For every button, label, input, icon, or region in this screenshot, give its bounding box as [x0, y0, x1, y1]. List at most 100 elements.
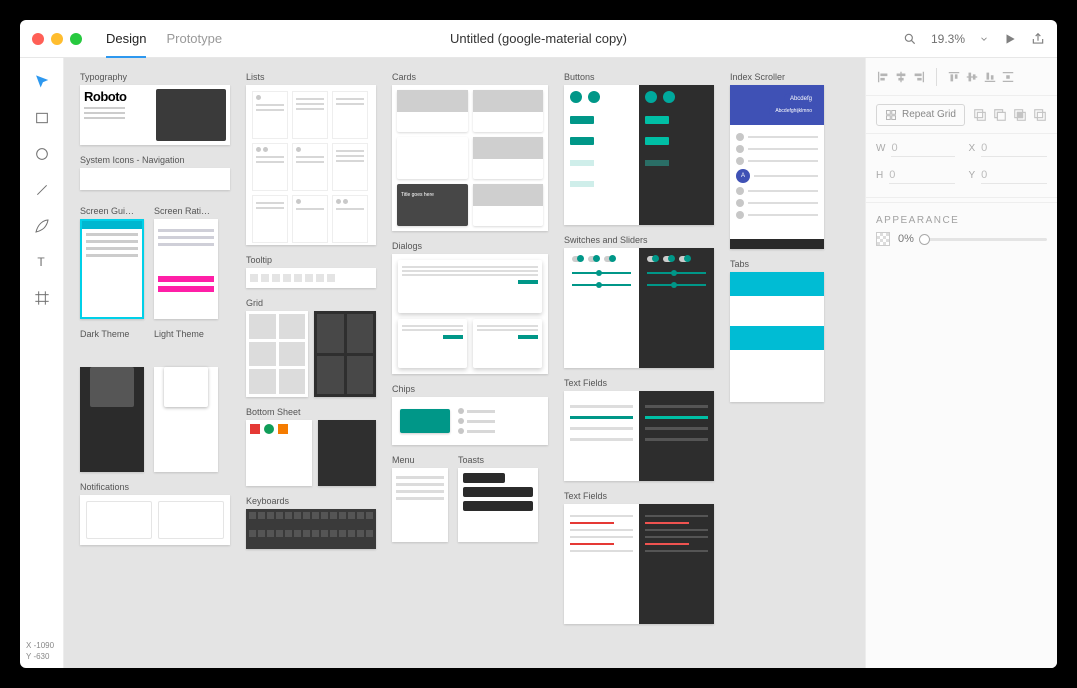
- artboard-label-tabs[interactable]: Tabs: [730, 259, 824, 269]
- artboard-label-bottom-sheet[interactable]: Bottom Sheet: [246, 407, 376, 417]
- pathop-subtract-icon[interactable]: [993, 108, 1007, 122]
- play-icon[interactable]: [1003, 32, 1017, 46]
- artboard-label-index[interactable]: Index Scroller: [730, 72, 824, 82]
- artboard-label-toasts[interactable]: Toasts: [458, 455, 538, 465]
- artboard-label-notifications[interactable]: Notifications: [80, 482, 230, 492]
- align-center-h-icon[interactable]: [894, 70, 908, 84]
- artboard-tabs[interactable]: [730, 272, 824, 402]
- close-window-button[interactable]: [32, 33, 44, 45]
- artboard-tool[interactable]: [30, 286, 54, 310]
- artboard-buttons[interactable]: [564, 85, 714, 225]
- artboard-screen-ratio[interactable]: [154, 219, 218, 319]
- tab-prototype[interactable]: Prototype: [166, 20, 222, 58]
- distribute-icon[interactable]: [1001, 70, 1015, 84]
- cursor-coordinates: X -1090 Y -630: [20, 634, 63, 668]
- repeat-grid-button[interactable]: Repeat Grid: [876, 104, 965, 126]
- opacity-icon: [876, 232, 890, 246]
- align-middle-icon[interactable]: [965, 70, 979, 84]
- artboard-label-chips[interactable]: Chips: [392, 384, 548, 394]
- pathop-exclude-icon[interactable]: [1033, 108, 1047, 122]
- artboard-dialogs[interactable]: [392, 254, 548, 374]
- main-area: T X -1090 Y -630 Typography Roboto: [20, 58, 1057, 668]
- pathop-add-icon[interactable]: [973, 108, 987, 122]
- width-input[interactable]: 0: [891, 142, 954, 157]
- artboard-label-light-theme[interactable]: Light Theme: [154, 329, 218, 339]
- artboard-textfields[interactable]: [564, 391, 714, 481]
- artboard-typography[interactable]: Roboto: [80, 85, 230, 145]
- artboard-label-grid[interactable]: Grid: [246, 298, 376, 308]
- artboard-chips[interactable]: [392, 397, 548, 445]
- rectangle-tool[interactable]: [30, 106, 54, 130]
- roboto-heading: Roboto: [84, 89, 152, 104]
- artboard-lists[interactable]: [246, 85, 376, 245]
- artboard-label-textfields2[interactable]: Text Fields: [564, 491, 714, 501]
- artboard-bottom-sheet[interactable]: [246, 420, 376, 486]
- opacity-value[interactable]: 0%: [898, 233, 914, 245]
- artboard-label-buttons[interactable]: Buttons: [564, 72, 714, 82]
- select-tool[interactable]: [30, 70, 54, 94]
- artboard-keyboards[interactable]: [246, 509, 376, 549]
- pathop-intersect-icon[interactable]: [1013, 108, 1027, 122]
- artboard-label-typography[interactable]: Typography: [80, 72, 230, 82]
- artboard-toasts[interactable]: [458, 468, 538, 542]
- artboard-label-switches[interactable]: Switches and Sliders: [564, 235, 714, 245]
- artboard-menu[interactable]: [392, 468, 448, 542]
- artboard-label-dark-theme[interactable]: Dark Theme: [80, 329, 144, 339]
- artboard-notifications[interactable]: [80, 495, 230, 545]
- properties-panel: Repeat Grid W0 X0 H0 Y0 APPEARANCE: [865, 58, 1057, 668]
- artboard-label-cards[interactable]: Cards: [392, 72, 548, 82]
- artboard-label-iconsnav[interactable]: System Icons - Navigation: [80, 155, 230, 165]
- appearance-header: APPEARANCE: [866, 202, 1057, 232]
- search-icon[interactable]: [903, 32, 917, 46]
- artboard-label-lists[interactable]: Lists: [246, 72, 376, 82]
- artboard-label-keyboards[interactable]: Keyboards: [246, 496, 376, 506]
- text-tool[interactable]: T: [30, 250, 54, 274]
- x-input[interactable]: 0: [981, 142, 1047, 157]
- header-right-tools: 19.3%: [903, 32, 1045, 46]
- repeat-grid-row: Repeat Grid: [866, 96, 1057, 134]
- chevron-down-icon[interactable]: [979, 34, 989, 44]
- mode-tabs: Design Prototype: [106, 20, 222, 58]
- ellipse-tool[interactable]: [30, 142, 54, 166]
- artboard-label-textfields[interactable]: Text Fields: [564, 378, 714, 388]
- artboard-light-theme[interactable]: [154, 367, 218, 472]
- artboard-label-menu[interactable]: Menu: [392, 455, 448, 465]
- minimize-window-button[interactable]: [51, 33, 63, 45]
- share-icon[interactable]: [1031, 32, 1045, 46]
- maximize-window-button[interactable]: [70, 33, 82, 45]
- artboard-dark-theme[interactable]: [80, 367, 144, 472]
- line-tool[interactable]: [30, 178, 54, 202]
- artboard-tooltip[interactable]: [246, 268, 376, 288]
- index-letter: A: [736, 169, 750, 183]
- align-row: [866, 58, 1057, 96]
- document-title: Untitled (google-material copy): [450, 31, 627, 46]
- zoom-level[interactable]: 19.3%: [931, 32, 965, 46]
- artboard-cards[interactable]: Title goes here: [392, 85, 548, 231]
- artboard-label-screen-ratio[interactable]: Screen Rati…: [154, 206, 218, 216]
- height-input[interactable]: 0: [889, 169, 954, 184]
- align-right-icon[interactable]: [912, 70, 926, 84]
- titlebar: Design Prototype Untitled (google-materi…: [20, 20, 1057, 58]
- card-dark-title: Title goes here: [397, 184, 468, 226]
- artboard-label-screen-guide[interactable]: Screen Gui…: [80, 206, 144, 216]
- x-label: X: [969, 143, 976, 154]
- tab-design[interactable]: Design: [106, 20, 146, 58]
- artboard-label-dialogs[interactable]: Dialogs: [392, 241, 548, 251]
- index-bubble-2: Abcdefghijklmno: [769, 105, 818, 117]
- artboard-textfields2[interactable]: [564, 504, 714, 624]
- artboard-label-tooltip[interactable]: Tooltip: [246, 255, 376, 265]
- opacity-slider[interactable]: [922, 238, 1047, 241]
- pen-tool[interactable]: [30, 214, 54, 238]
- align-top-icon[interactable]: [947, 70, 961, 84]
- artboard-iconsnav[interactable]: [80, 168, 230, 190]
- artboard-grid[interactable]: [246, 311, 376, 397]
- window-controls: [32, 33, 82, 45]
- artboard-switches[interactable]: [564, 248, 714, 368]
- opacity-row: 0%: [866, 232, 1057, 258]
- canvas[interactable]: Typography Roboto System Icons - Navigat…: [64, 58, 865, 668]
- align-left-icon[interactable]: [876, 70, 890, 84]
- align-bottom-icon[interactable]: [983, 70, 997, 84]
- artboard-screen-guide[interactable]: [80, 219, 144, 319]
- artboard-index-scroller[interactable]: AbcdefgAbcdefghijklmno A: [730, 85, 824, 249]
- y-input[interactable]: 0: [981, 169, 1047, 184]
